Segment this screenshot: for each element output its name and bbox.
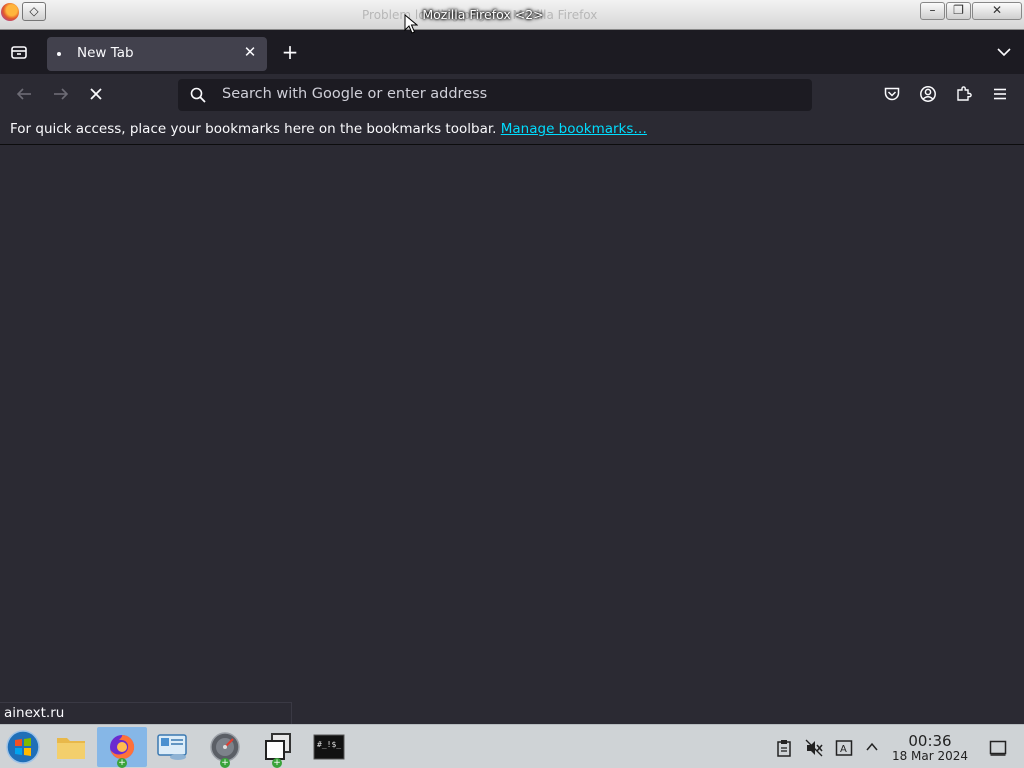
tab-new-tab[interactable]: New Tab ✕ [47,37,267,71]
firefox-view-icon [11,46,27,59]
address-bar[interactable]: Search with Google or enter address [178,79,812,111]
svg-text:#_!$_: #_!$_ [317,740,341,749]
bookmarks-toolbar: For quick access, place your bookmarks h… [0,116,1024,145]
back-button[interactable] [12,85,36,105]
hamburger-menu-icon [994,88,1006,100]
disk-utility-task[interactable]: + [200,727,250,768]
show-desktop-icon [989,740,1007,756]
stop-icon [90,88,102,100]
taskbar: + + + #_!$_ A 00:36 18 Mar 2024 [0,724,1024,768]
extensions-button[interactable] [954,85,974,105]
show-desktop-button[interactable] [989,739,1007,757]
bookmarks-hint-text: For quick access, place your bookmarks h… [10,121,497,137]
task-badge-icon: + [272,758,282,768]
task-switcher-task[interactable]: + [252,727,302,768]
clipboard-icon [777,740,791,757]
new-tab-button[interactable]: + [279,40,301,64]
keyboard-layout-tray-button[interactable]: A [835,739,853,757]
status-text: ainext.ru [4,705,65,721]
mouse-cursor-icon [404,14,418,34]
minimize-button[interactable]: – [920,2,945,20]
volume-muted-icon [805,739,823,757]
svg-text:A: A [840,744,847,755]
address-bar-placeholder: Search with Google or enter address [222,86,488,102]
clipboard-tray-button[interactable] [775,739,793,757]
app-menu-button[interactable] [990,85,1010,105]
tab-strip: New Tab ✕ + [0,30,1024,74]
navigation-toolbar: Search with Google or enter address [0,74,1024,116]
bookmarks-toolbar-message: For quick access, place your bookmarks h… [10,121,647,137]
show-hidden-icons-button[interactable] [863,739,881,757]
page-content[interactable] [0,146,1024,724]
puzzle-icon [957,86,972,101]
forward-arrow-icon [54,88,69,100]
clock-date: 18 Mar 2024 [891,749,969,763]
close-window-button[interactable]: ✕ [972,2,1022,20]
tab-label: New Tab [77,45,134,61]
window-title-bar[interactable]: ◇ Problem loading page — Mozilla Firefox… [0,0,1024,30]
volume-tray-button[interactable] [805,739,823,757]
start-menu-button[interactable] [2,727,42,767]
start-menu-icon [6,730,40,764]
restore-button[interactable]: ❐ [946,2,971,20]
firefox-task[interactable]: + [97,727,147,768]
chevron-down-icon [997,48,1011,57]
back-arrow-icon [16,88,31,100]
chevron-up-icon [866,742,878,751]
task-badge-icon: + [117,758,127,768]
input-method-icon: A [835,740,853,756]
pocket-icon [884,87,900,101]
file-manager-icon [57,738,85,759]
search-icon [190,87,206,103]
manage-bookmarks-link[interactable]: Manage bookmarks… [501,121,647,137]
loading-dot-icon [57,52,61,56]
remote-desktop-task[interactable] [148,727,198,767]
account-button[interactable] [918,85,938,105]
account-icon [920,86,936,102]
firefox-view-button[interactable] [8,42,30,64]
close-tab-icon[interactable]: ✕ [241,43,259,63]
save-to-pocket-button[interactable] [882,85,902,105]
list-all-tabs-button[interactable] [992,42,1016,64]
terminal-icon: #_!$_ [313,734,345,760]
clock-time: 00:36 [908,732,952,750]
terminal-task[interactable]: #_!$_ [304,727,354,767]
file-manager-task[interactable] [46,727,96,767]
clock[interactable]: 00:36 18 Mar 2024 [884,733,976,763]
status-panel: ainext.ru [0,702,292,724]
task-badge-icon: + [220,758,230,768]
forward-button[interactable] [49,85,73,105]
window-title: Mozilla Firefox <2> [422,7,544,22]
stop-loading-button[interactable] [86,85,106,105]
remote-desktop-icon [157,734,187,760]
